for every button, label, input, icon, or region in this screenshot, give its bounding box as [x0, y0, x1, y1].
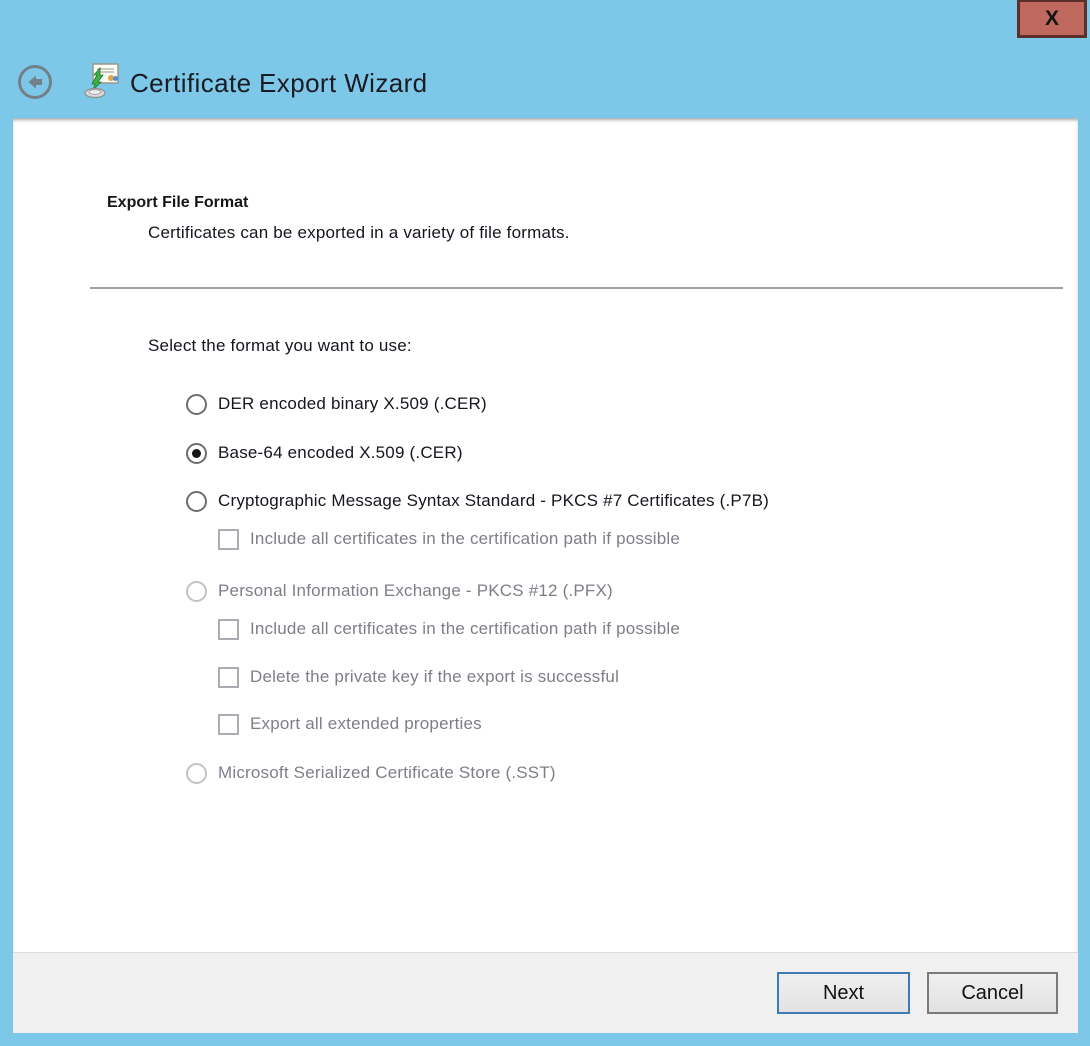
page-heading: Export File Format [107, 194, 249, 211]
radio-selected-icon[interactable] [186, 442, 207, 464]
checkbox-export-extended-properties: Export all extended properties [218, 712, 482, 736]
checkbox-icon [218, 666, 239, 688]
dialog-footer: Next Cancel [13, 952, 1078, 1033]
page-subheading: Certificates can be exported in a variet… [148, 223, 570, 242]
cancel-button[interactable]: Cancel [927, 972, 1058, 1014]
radio-option-base64-cer[interactable]: Base-64 encoded X.509 (.CER) [186, 441, 463, 465]
back-arrow-icon [25, 72, 45, 92]
radio-label: DER encoded binary X.509 (.CER) [218, 394, 487, 413]
radio-icon[interactable] [186, 393, 207, 415]
checkbox-label: Delete the private key if the export is … [250, 667, 620, 686]
next-button[interactable]: Next [777, 972, 910, 1014]
checkbox-include-path-pkcs7: Include all certificates in the certific… [218, 527, 680, 551]
checkbox-delete-private-key: Delete the private key if the export is … [218, 665, 619, 689]
checkbox-icon [218, 713, 239, 735]
select-format-label: Select the format you want to use: [148, 336, 412, 355]
checkbox-label: Include all certificates in the certific… [250, 619, 681, 638]
page-title: Certificate Export Wizard [130, 68, 428, 98]
radio-label: Personal Information Exchange - PKCS #12… [218, 581, 613, 600]
radio-option-pfx: Personal Information Exchange - PKCS #12… [186, 579, 613, 603]
checkbox-icon [218, 618, 239, 640]
certificate-export-wizard-icon [84, 62, 120, 102]
radio-option-pkcs7[interactable]: Cryptographic Message Syntax Standard - … [186, 489, 769, 513]
radio-label: Microsoft Serialized Certificate Store (… [218, 763, 556, 782]
radio-label: Cryptographic Message Syntax Standard - … [218, 491, 770, 510]
radio-icon[interactable] [186, 490, 207, 512]
radio-option-der-cer[interactable]: DER encoded binary X.509 (.CER) [186, 392, 487, 416]
close-button[interactable]: x [1017, 0, 1087, 38]
radio-icon [186, 762, 207, 784]
checkbox-label: Include all certificates in the certific… [250, 529, 681, 548]
back-button[interactable] [18, 65, 52, 99]
checkbox-icon [218, 528, 239, 550]
wizard-page-export-file-format: Export File Format Certificates can be e… [13, 118, 1078, 952]
checkbox-include-path-pfx: Include all certificates in the certific… [218, 617, 680, 641]
divider [90, 287, 1063, 289]
checkbox-label: Export all extended properties [250, 714, 482, 733]
certificate-export-wizard-dialog: x Certificate Export Wizard Export File … [0, 0, 1090, 1046]
radio-label: Base-64 encoded X.509 (.CER) [218, 443, 463, 462]
radio-icon [186, 580, 207, 602]
radio-option-sst: Microsoft Serialized Certificate Store (… [186, 761, 556, 785]
